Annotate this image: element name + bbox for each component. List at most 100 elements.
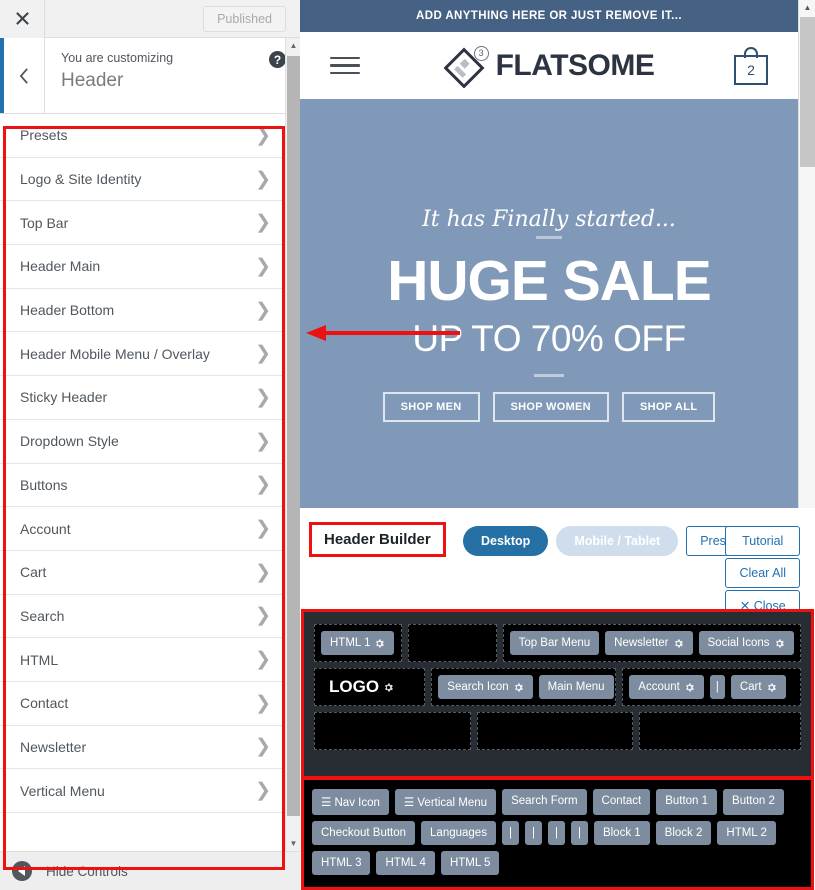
collapse-icon <box>12 861 32 881</box>
sidebar-item-newsletter[interactable]: Newsletter ❯ <box>0 725 285 770</box>
sidebar-item-cart[interactable]: Cart ❯ <box>0 550 285 595</box>
palette-chip-block-1[interactable]: Block 1 <box>593 821 650 845</box>
preview-scrollbar[interactable]: ▲ <box>798 0 815 508</box>
builder-chip-html-1[interactable]: HTML 1 <box>321 631 395 655</box>
palette-chip-divider-2[interactable]: | <box>501 821 519 845</box>
preview-pane: ADD ANYTHING HERE OR JUST REMOVE IT... 3 <box>300 0 815 890</box>
builder-chip-main-menu[interactable]: Main Menu <box>538 675 614 699</box>
palette-chip-block-2[interactable]: Block 2 <box>655 821 712 845</box>
sidebar-item-presets[interactable]: Presets ❯ <box>0 114 285 158</box>
sidebar-item-header-bottom[interactable]: Header Bottom ❯ <box>0 288 285 333</box>
preview-scrollbar-thumb[interactable] <box>800 17 815 167</box>
builder-cell-r3-c3[interactable] <box>639 712 801 750</box>
scroll-down-arrow-icon[interactable]: ▼ <box>286 836 301 851</box>
builder-cell-r1-c3[interactable]: Top Bar Menu Newsletter Social Icons <box>502 624 801 662</box>
tab-desktop[interactable]: Desktop <box>463 526 549 556</box>
builder-cell-r3-c1[interactable] <box>314 712 471 750</box>
sidebar-item-label: Cart <box>20 564 47 581</box>
scroll-up-arrow-icon[interactable]: ▲ <box>286 38 301 53</box>
back-button[interactable] <box>0 38 45 113</box>
hamburger-menu-icon[interactable] <box>330 52 360 80</box>
gear-icon <box>376 639 385 647</box>
chevron-right-icon: ❯ <box>255 430 271 452</box>
palette-chip-html-4[interactable]: HTML 4 <box>376 851 435 875</box>
help-icon[interactable]: ? <box>269 51 286 68</box>
preview-scroll-up-icon[interactable]: ▲ <box>799 0 815 15</box>
chevron-right-icon: ❯ <box>255 561 271 583</box>
tutorial-button[interactable]: Tutorial <box>725 526 800 556</box>
sidebar-item-dropdown-style[interactable]: Dropdown Style ❯ <box>0 419 285 464</box>
sidebar-item-account[interactable]: Account ❯ <box>0 507 285 551</box>
palette-chip-nav-icon[interactable]: ☰ Nav Icon <box>312 789 389 815</box>
clear-all-button[interactable]: Clear All <box>725 558 800 588</box>
hero-divider-bottom <box>534 374 564 377</box>
builder-chip-logo[interactable]: LOGO <box>321 673 402 701</box>
builder-chip-[interactable]: | <box>709 675 725 699</box>
chevron-left-icon <box>19 67 28 84</box>
collapse-glyph <box>18 866 25 876</box>
tab-mobile-tablet[interactable]: Mobile / Tablet <box>556 526 679 556</box>
app-root: Published You are customizing Header ? P… <box>0 0 815 890</box>
gear-icon <box>514 683 523 691</box>
palette-chip-divider-4[interactable]: | <box>547 821 565 845</box>
palette-chip-divider-5[interactable]: | <box>570 821 588 845</box>
palette-chip-html-5[interactable]: HTML 5 <box>440 851 500 875</box>
cart-count: 2 <box>734 54 768 85</box>
sidebar-item-search[interactable]: Search ❯ <box>0 594 285 639</box>
hide-controls-label: Hide Controls <box>46 863 128 879</box>
sidebar-item-label: Search <box>20 607 65 624</box>
palette-chip-button-2[interactable]: Button 2 <box>723 789 784 815</box>
builder-chip-newsletter[interactable]: Newsletter <box>605 631 693 655</box>
palette-chip-search-form[interactable]: Search Form <box>502 789 587 815</box>
builder-cell-r1-c1[interactable]: HTML 1 <box>314 624 403 662</box>
hero-button-shop-women[interactable]: SHOP WOMEN <box>492 392 609 422</box>
close-icon[interactable] <box>0 0 45 38</box>
palette-chip-html-2[interactable]: HTML 2 <box>717 821 776 845</box>
palette-chip-languages[interactable]: Languages <box>421 821 496 845</box>
sidebar-item-header-main[interactable]: Header Main ❯ <box>0 245 285 289</box>
customizer-panel: Published You are customizing Header ? P… <box>0 0 300 890</box>
hero-script-text: It has Finally started... <box>422 207 676 232</box>
palette-chip-html-3[interactable]: HTML 3 <box>312 851 371 875</box>
builder-cell-r2-c1[interactable]: LOGO <box>314 668 426 706</box>
sidebar-item-label: Vertical Menu <box>20 782 105 799</box>
sidebar-scrollbar[interactable]: ▲ ▼ <box>285 38 300 851</box>
builder-cell-r2-c2[interactable]: Search Icon Main Menu <box>431 668 617 706</box>
sidebar-item-html[interactable]: HTML ❯ <box>0 638 285 682</box>
hide-controls-button[interactable]: Hide Controls <box>0 851 300 890</box>
sidebar-item-header-mobile-menu-overlay[interactable]: Header Mobile Menu / Overlay ❯ <box>0 332 285 377</box>
hero-button-shop-all[interactable]: SHOP ALL <box>621 392 716 422</box>
sidebar-item-contact[interactable]: Contact ❯ <box>0 681 285 726</box>
hero-title: HUGE SALE <box>387 249 712 313</box>
builder-cell-r3-c2[interactable] <box>476 712 634 750</box>
cart-icon[interactable]: 2 <box>734 46 768 85</box>
hero-button-group: SHOP MEN SHOP WOMEN SHOP ALL <box>382 392 716 422</box>
gear-icon <box>767 683 776 691</box>
sidebar-item-vertical-menu[interactable]: Vertical Menu ❯ <box>0 769 285 813</box>
palette-chip-divider-3[interactable]: | <box>524 821 542 845</box>
builder-row-3 <box>314 712 801 750</box>
palette-chip-vertical-menu[interactable]: ☰ Vertical Menu <box>394 789 497 815</box>
palette-chip-checkout-button[interactable]: Checkout Button <box>312 821 416 845</box>
palette-chip-button-1[interactable]: Button 1 <box>656 789 718 815</box>
sidebar-item-logo-site-identity[interactable]: Logo & Site Identity ❯ <box>0 157 285 202</box>
builder-cell-r2-c3[interactable]: Account | Cart <box>622 668 801 706</box>
palette-chip-contact[interactable]: Contact <box>592 789 651 815</box>
sidebar-item-label: Logo & Site Identity <box>20 171 142 188</box>
sidebar-item-label: HTML <box>20 651 59 668</box>
builder-chip-search-icon[interactable]: Search Icon <box>438 675 533 699</box>
builder-chip-top-bar-menu[interactable]: Top Bar Menu <box>509 631 600 655</box>
sidebar-item-sticky-header[interactable]: Sticky Header ❯ <box>0 376 285 420</box>
chevron-right-icon: ❯ <box>255 212 271 234</box>
builder-chip-account[interactable]: Account <box>629 675 704 699</box>
builder-chip-social-icons[interactable]: Social Icons <box>698 631 794 655</box>
sidebar-item-buttons[interactable]: Buttons ❯ <box>0 463 285 508</box>
builder-cell-r1-c2[interactable] <box>408 624 497 662</box>
sidebar-item-top-bar[interactable]: Top Bar ❯ <box>0 201 285 246</box>
builder-row-1: HTML 1 Top Bar Menu Newsletter Social Icons <box>314 624 801 662</box>
sidebar-scrollbar-thumb[interactable] <box>287 56 300 816</box>
hero-button-shop-men[interactable]: SHOP MEN <box>382 392 480 422</box>
published-button[interactable]: Published <box>203 5 286 32</box>
builder-chip-cart[interactable]: Cart <box>730 675 786 699</box>
logo-badge: 3 <box>473 45 489 61</box>
